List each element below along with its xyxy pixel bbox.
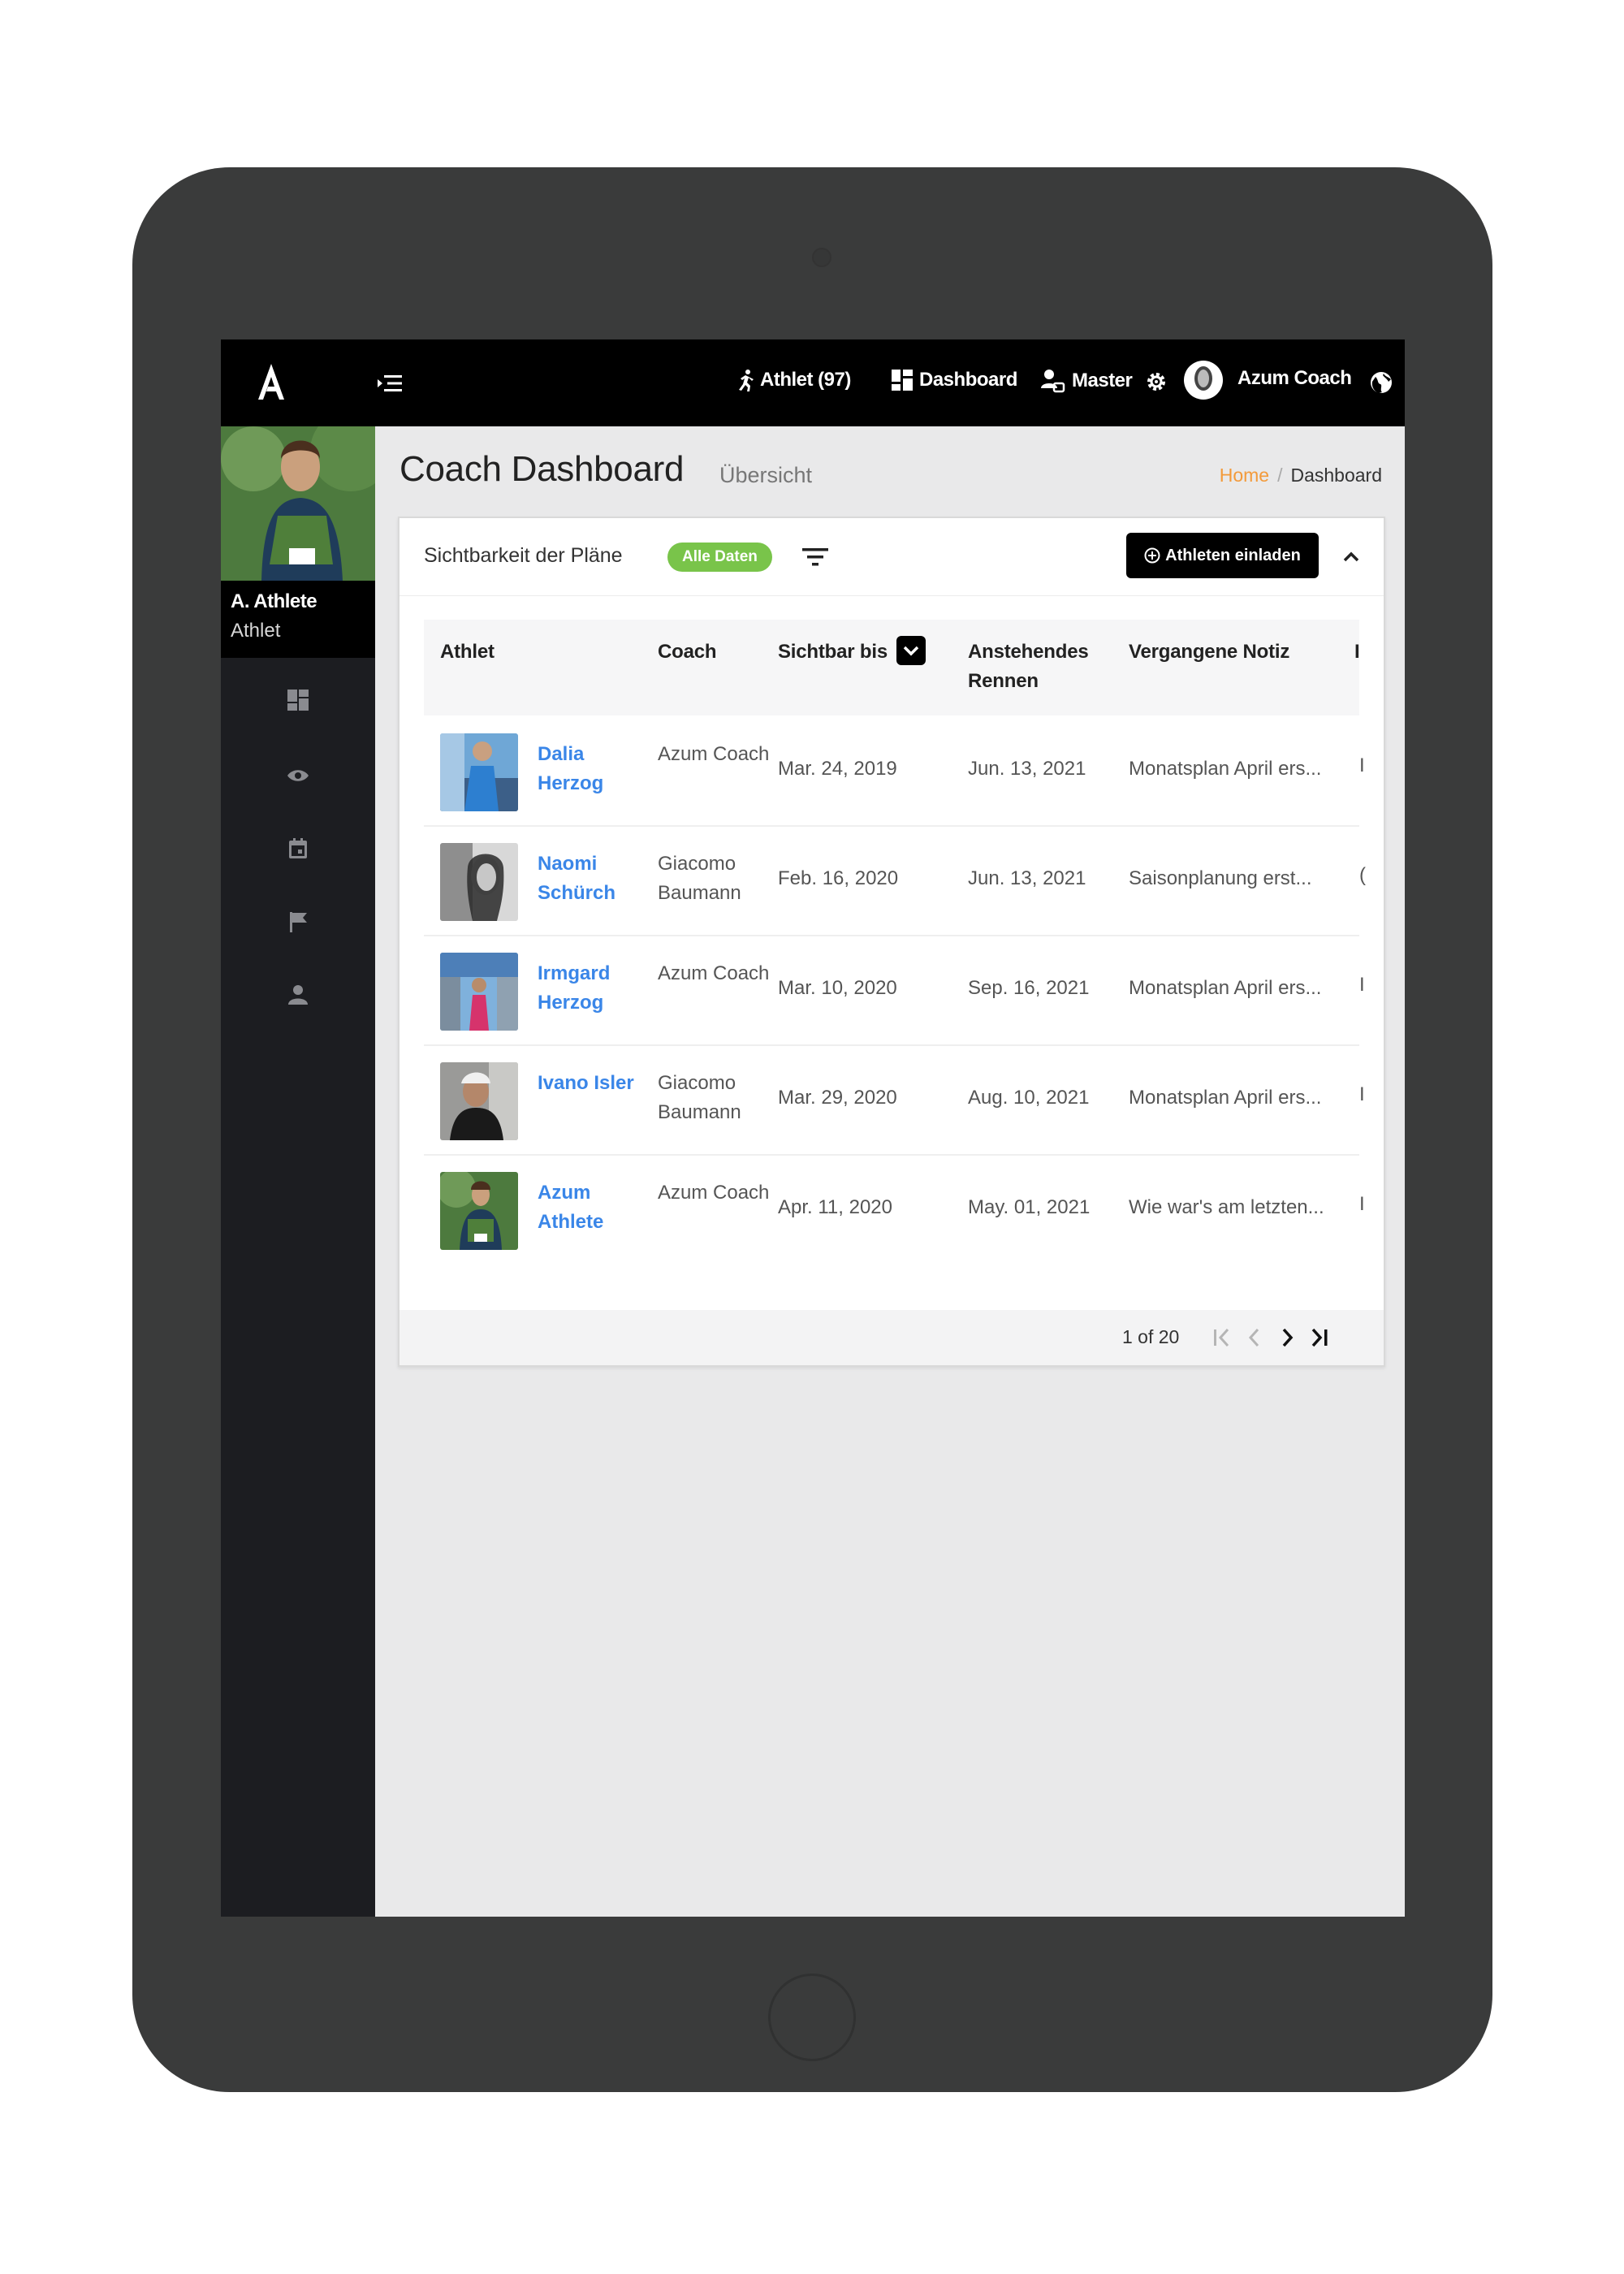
athlete-avatar[interactable] bbox=[440, 1062, 518, 1140]
nav-athlet[interactable]: Athlet (97) bbox=[736, 369, 851, 391]
camera-dot bbox=[812, 248, 831, 267]
past-note-cell: Monatsplan April ers... bbox=[1129, 758, 1322, 780]
first-page-icon[interactable] bbox=[1212, 1326, 1233, 1349]
athlete-name-link[interactable]: Irmgard Herzog bbox=[538, 959, 643, 1018]
col-extra[interactable]: I bbox=[1354, 638, 1360, 667]
dashboard-icon bbox=[892, 370, 913, 391]
athlete-name-link[interactable]: Azum Athlete bbox=[538, 1178, 643, 1237]
visible-until-cell: Feb. 16, 2020 bbox=[778, 867, 899, 889]
extra-cell: ( bbox=[1359, 864, 1366, 886]
coach-cell: Azum Coach bbox=[658, 743, 770, 765]
upcoming-race-cell: May. 01, 2021 bbox=[968, 1196, 1091, 1218]
visibility-badge[interactable]: Alle Daten bbox=[667, 543, 772, 572]
chevron-down-icon bbox=[903, 646, 919, 656]
user-name[interactable]: Azum Coach bbox=[1237, 367, 1352, 390]
users-icon[interactable] bbox=[286, 983, 310, 1007]
nav-dashboard[interactable]: Dashboard bbox=[892, 369, 1017, 391]
prev-page-icon[interactable] bbox=[1244, 1326, 1265, 1349]
athlete-name-link[interactable]: Ivano Isler bbox=[538, 1069, 643, 1098]
table-footer: 1 of 20 bbox=[400, 1310, 1384, 1365]
nav-athlet-label: Athlet (97) bbox=[760, 369, 851, 391]
page-info: 1 of 20 bbox=[1122, 1326, 1180, 1347]
breadcrumb-current: Dashboard bbox=[1290, 465, 1382, 486]
calendar-icon[interactable] bbox=[286, 837, 310, 861]
past-note-cell: Monatsplan April ers... bbox=[1129, 1087, 1322, 1109]
athletes-card: Sichtbarkeit der Pläne Alle Daten Athlet… bbox=[398, 517, 1385, 1367]
app-logo[interactable] bbox=[253, 362, 289, 403]
col-coach[interactable]: Coach bbox=[658, 638, 717, 667]
athlete-avatar[interactable] bbox=[440, 1172, 518, 1250]
col-athlet[interactable]: Athlet bbox=[440, 638, 495, 667]
athlete-name-link[interactable]: Dalia Herzog bbox=[538, 740, 643, 798]
athlete-avatar[interactable] bbox=[440, 953, 518, 1031]
coach-cell: Azum Coach bbox=[658, 962, 770, 984]
table-row[interactable]: Dalia Herzog Azum Coach Mar. 24, 2019 Ju… bbox=[424, 715, 1365, 827]
upcoming-race-cell: Aug. 10, 2021 bbox=[968, 1087, 1090, 1109]
extra-cell: I bbox=[1359, 1083, 1365, 1105]
invite-athletes-label: Athleten einladen bbox=[1165, 546, 1301, 564]
table-row[interactable]: Irmgard Herzog Azum Coach Mar. 10, 2020 … bbox=[424, 935, 1365, 1046]
eye-icon[interactable] bbox=[286, 763, 310, 788]
visible-until-cell: Mar. 24, 2019 bbox=[778, 758, 897, 780]
user-avatar[interactable] bbox=[1184, 361, 1223, 400]
page-subtitle: Übersicht bbox=[719, 463, 813, 487]
globe-icon[interactable] bbox=[1369, 370, 1393, 395]
next-page-icon[interactable] bbox=[1276, 1326, 1298, 1349]
upcoming-race-cell: Jun. 13, 2021 bbox=[968, 758, 1086, 780]
menu-toggle-icon[interactable] bbox=[378, 374, 402, 393]
page-title: Coach Dashboard bbox=[400, 449, 685, 489]
flag-icon[interactable] bbox=[286, 910, 310, 934]
invite-athletes-button[interactable]: Athleten einladen bbox=[1126, 533, 1319, 578]
table-row[interactable]: Azum Athlete Azum Coach Apr. 11, 2020 Ma… bbox=[424, 1154, 1365, 1264]
past-note-cell: Monatsplan April ers... bbox=[1129, 977, 1322, 999]
col-sichtbar[interactable]: Sichtbar bis bbox=[778, 638, 888, 667]
user-switch-icon bbox=[1041, 370, 1065, 393]
sidebar: A. Athlete Athlet bbox=[221, 426, 375, 1917]
profile-role: Athlet bbox=[231, 620, 281, 642]
breadcrumb: Home / Dashboard bbox=[1220, 465, 1382, 486]
coach-cell: Azum Coach bbox=[658, 1182, 770, 1204]
runner-icon bbox=[739, 370, 754, 391]
table-row[interactable]: Naomi Schürch Giacomo Baumann Feb. 16, 2… bbox=[424, 825, 1366, 936]
card-header: Sichtbarkeit der Pläne Alle Daten Athlet… bbox=[400, 518, 1384, 596]
coach-cell: Giacomo Baumann bbox=[658, 853, 741, 904]
extra-cell: I bbox=[1359, 974, 1365, 996]
profile-photo[interactable] bbox=[221, 426, 375, 581]
past-note-cell: Wie war's am letzten... bbox=[1129, 1196, 1324, 1218]
extra-cell: I bbox=[1359, 1193, 1365, 1215]
athlete-name-link[interactable]: Naomi Schürch bbox=[538, 850, 643, 908]
dashboard-icon[interactable] bbox=[286, 688, 310, 712]
visibility-label: Sichtbarkeit der Pläne bbox=[424, 544, 623, 567]
coach-cell: Giacomo Baumann bbox=[658, 1072, 741, 1123]
profile-info: A. Athlete Athlet bbox=[221, 581, 375, 658]
visible-until-cell: Mar. 10, 2020 bbox=[778, 977, 897, 999]
upcoming-race-cell: Jun. 13, 2021 bbox=[968, 867, 1086, 889]
app-screen: Athlet (97) Dashboard Master Azum Coach … bbox=[221, 339, 1405, 1917]
top-bar: Athlet (97) Dashboard Master Azum Coach bbox=[221, 339, 1405, 426]
chevron-up-icon[interactable] bbox=[1341, 549, 1361, 565]
table-row[interactable]: Ivano Isler Giacomo Baumann Mar. 29, 202… bbox=[424, 1044, 1365, 1156]
plus-circle-icon bbox=[1144, 547, 1160, 564]
filter-icon[interactable] bbox=[801, 546, 829, 568]
profile-name: A. Athlete bbox=[231, 590, 317, 612]
extra-cell: I bbox=[1359, 754, 1365, 776]
last-page-icon[interactable] bbox=[1309, 1326, 1330, 1349]
athlete-avatar[interactable] bbox=[440, 733, 518, 811]
breadcrumb-separator: / bbox=[1277, 465, 1283, 486]
home-button bbox=[768, 1974, 856, 2061]
visible-until-cell: Mar. 29, 2020 bbox=[778, 1087, 897, 1109]
gear-icon[interactable] bbox=[1145, 370, 1168, 393]
sort-toggle[interactable] bbox=[896, 636, 926, 665]
col-notiz[interactable]: Vergangene Notiz bbox=[1129, 638, 1289, 667]
nav-dashboard-label: Dashboard bbox=[919, 369, 1017, 391]
athlete-avatar[interactable] bbox=[440, 843, 518, 921]
visible-until-cell: Apr. 11, 2020 bbox=[778, 1196, 892, 1218]
table-header: Athlet Coach Sichtbar bis Anstehendes Re… bbox=[424, 620, 1360, 715]
upcoming-race-cell: Sep. 16, 2021 bbox=[968, 977, 1090, 999]
col-rennen[interactable]: Anstehendes Rennen bbox=[968, 638, 1122, 696]
past-note-cell: Saisonplanung erst... bbox=[1129, 867, 1312, 889]
breadcrumb-home[interactable]: Home bbox=[1220, 465, 1269, 486]
nav-master-label: Master bbox=[1072, 370, 1133, 391]
nav-master[interactable]: Master bbox=[1041, 369, 1133, 393]
